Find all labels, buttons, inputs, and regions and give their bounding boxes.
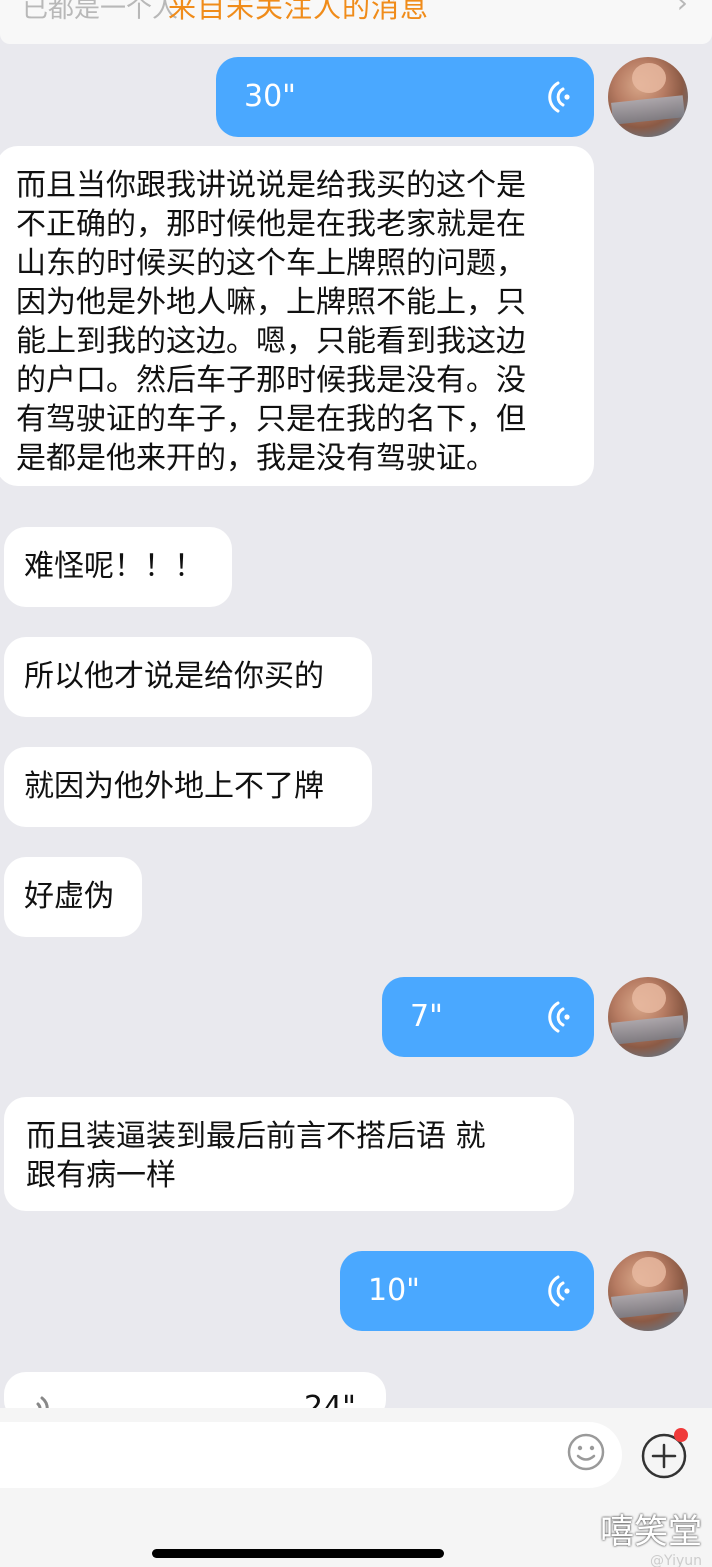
message-text: 所以他才说是给你买的 <box>24 659 324 694</box>
message-text: 难怪呢！！！ <box>24 549 204 584</box>
avatar-detail <box>632 983 666 1013</box>
voice-message-bubble[interactable]: 7" <box>382 977 594 1057</box>
avatar-detail <box>632 63 666 93</box>
watermark-logo: 嘻笑堂 <box>600 1512 702 1552</box>
text-message-bubble[interactable]: 所以他才说是给你买的 <box>4 637 372 717</box>
emoji-icon[interactable] <box>566 1432 606 1472</box>
avatar-detail <box>611 1015 685 1045</box>
text-message-bubble[interactable]: 而且装逼装到最后前言不搭后语 就 跟有病一样 <box>4 1097 574 1211</box>
unfollowed-messages-banner[interactable]: 已都是一个人 来自未关注人的消息 › <box>0 0 712 44</box>
more-button[interactable] <box>640 1428 688 1480</box>
input-bar: 嘻笑堂 @Yiyun <box>0 1408 712 1567</box>
avatar[interactable] <box>608 977 688 1057</box>
message-text: 就因为他外地上不了牌 <box>24 769 324 804</box>
voice-wave-icon <box>548 1001 570 1033</box>
avatar[interactable] <box>608 57 688 137</box>
banner-left-text: 已都是一个人 <box>22 0 179 24</box>
chevron-right-icon: › <box>676 0 688 19</box>
voice-wave-icon <box>548 1275 570 1307</box>
avatar-detail <box>632 1257 666 1287</box>
message-text: 而且装逼装到最后前言不搭后语 就 跟有病一样 <box>26 1119 486 1193</box>
voice-duration: 10" <box>368 1273 420 1308</box>
message-text: 好虚伪 <box>24 879 114 914</box>
text-message-bubble[interactable]: 难怪呢！！！ <box>4 527 232 607</box>
voice-message-bubble[interactable]: 30" <box>216 57 594 137</box>
avatar-detail <box>611 1289 685 1319</box>
avatar[interactable] <box>608 1251 688 1331</box>
message-text: 而且当你跟我讲说说是给我买的这个是 不正确的，那时候他是在我老家就是在 山东的时… <box>16 168 526 476</box>
text-message-bubble[interactable]: 好虚伪 <box>4 857 142 937</box>
voice-wave-icon <box>548 81 570 113</box>
voice-duration: 7" <box>410 999 443 1034</box>
watermark-handle: @Yiyun <box>650 1553 702 1567</box>
home-indicator <box>152 1549 444 1558</box>
voice-duration: 30" <box>244 79 296 114</box>
text-message-bubble[interactable]: 而且当你跟我讲说说是给我买的这个是 不正确的，那时候他是在我老家就是在 山东的时… <box>0 146 594 486</box>
watermark: 嘻笑堂 @Yiyun <box>600 1504 702 1567</box>
avatar-detail <box>611 95 685 125</box>
text-message-bubble[interactable]: 就因为他外地上不了牌 <box>4 747 372 827</box>
banner-title: 来自未关注人的消息 <box>168 0 430 24</box>
voice-message-bubble[interactable]: 10" <box>340 1251 594 1331</box>
notification-badge <box>674 1428 688 1442</box>
message-input[interactable] <box>0 1422 622 1488</box>
